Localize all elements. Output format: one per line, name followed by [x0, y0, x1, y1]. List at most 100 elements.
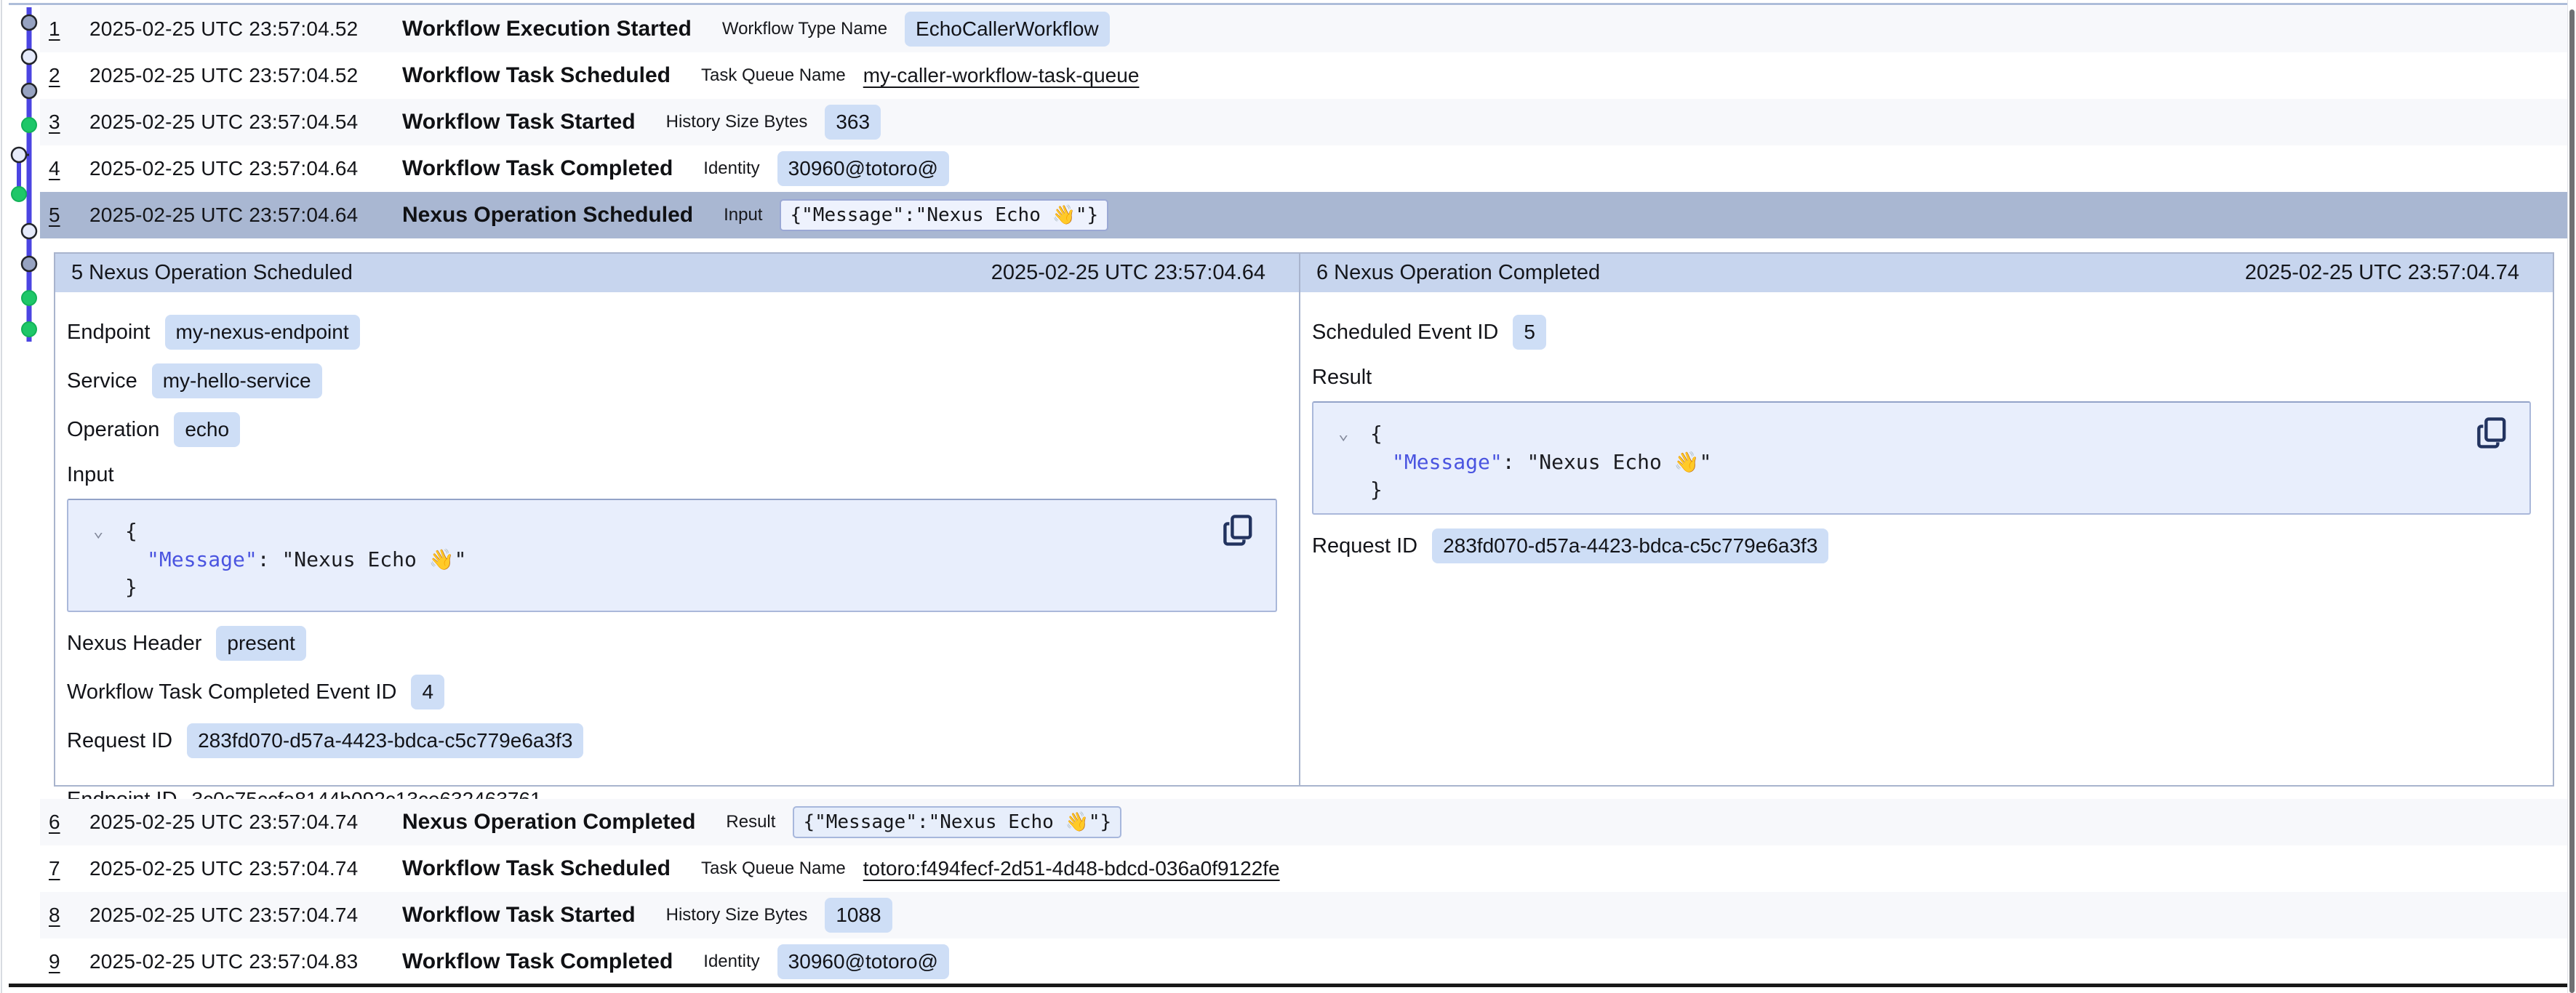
event-name: Nexus Operation Completed [402, 810, 695, 835]
value-badge: present [216, 626, 305, 661]
copy-icon [1223, 515, 1252, 547]
value-link[interactable]: totoro:f494fecf-2d51-4d48-bdcd-036a0f912… [863, 857, 1280, 880]
event-id-link[interactable]: 1 [49, 17, 89, 41]
detail-field-label: Endpoint [67, 321, 151, 345]
copy-button[interactable] [2477, 417, 2506, 451]
event-id-link[interactable]: 2 [49, 64, 89, 87]
event-list-top: 1 2025-02-25 UTC 23:57:04.52 Workflow Ex… [40, 6, 2569, 238]
event-id-link[interactable]: 7 [49, 857, 89, 880]
event-attr-label: History Size Bytes [666, 905, 808, 925]
event-name: Workflow Task Scheduled [402, 856, 671, 881]
timeline-event-dot[interactable] [22, 49, 36, 64]
detail-field-label: Scheduled Event ID [1312, 321, 1498, 345]
event-name: Workflow Task Scheduled [402, 63, 671, 88]
timeline-event-dot[interactable] [22, 118, 36, 132]
event-id-link[interactable]: 4 [49, 157, 89, 180]
event-timestamp: 2025-02-25 UTC 23:57:04.64 [89, 204, 402, 227]
detail-field: Request ID 283fd070-d57a-4423-bdca-c5c77… [67, 723, 1277, 758]
event-attr-label: Task Queue Name [701, 65, 846, 86]
detail-panel-left-body: Endpoint my-nexus-endpoint Service my-he… [55, 292, 1299, 813]
detail-field: Operation echo [67, 412, 1277, 447]
detail-panel-left-header[interactable]: 5 Nexus Operation Scheduled 2025-02-25 U… [55, 254, 1299, 292]
scrollbar-thumb[interactable] [2569, 9, 2575, 993]
value-badge: 30960@totoro@ [777, 151, 949, 186]
value-badge: 30960@totoro@ [777, 944, 949, 979]
detail-panel-title: 6 Nexus Operation Completed [1316, 261, 1600, 285]
event-attr-label: Task Queue Name [701, 859, 846, 879]
copy-icon [2477, 417, 2506, 449]
timeline-event-dot[interactable] [22, 84, 36, 98]
workflow-history-screen: 1 2025-02-25 UTC 23:57:04.52 Workflow Ex… [0, 0, 2576, 993]
event-name: Workflow Task Started [402, 110, 636, 134]
event-id-link[interactable]: 8 [49, 904, 89, 927]
event-row[interactable]: 4 2025-02-25 UTC 23:57:04.64 Workflow Ta… [40, 145, 2569, 192]
copy-button[interactable] [1223, 515, 1252, 549]
json-code-block: ⌄{ "Message": "Nexus Echo 👋" } [1312, 401, 2531, 515]
event-row[interactable]: 5 2025-02-25 UTC 23:57:04.64 Nexus Opera… [40, 192, 2569, 238]
timeline-event-dot[interactable] [22, 224, 36, 238]
event-row[interactable]: 1 2025-02-25 UTC 23:57:04.52 Workflow Ex… [40, 6, 2569, 52]
event-attr-label: Identity [703, 158, 759, 179]
top-border [9, 3, 2569, 5]
event-row[interactable]: 3 2025-02-25 UTC 23:57:04.54 Workflow Ta… [40, 99, 2569, 145]
timeline-event-dot[interactable] [22, 15, 36, 30]
detail-field-label: Nexus Header [67, 632, 201, 656]
detail-field: Input [67, 461, 1277, 489]
detail-field: Service my-hello-service [67, 363, 1277, 398]
detail-panel-timestamp: 2025-02-25 UTC 23:57:04.64 [991, 261, 1265, 285]
event-attr-label: Identity [703, 952, 759, 972]
event-row[interactable]: 9 2025-02-25 UTC 23:57:04.83 Workflow Ta… [40, 938, 2569, 985]
vertical-scrollbar[interactable] [2567, 0, 2576, 993]
value-link[interactable]: my-caller-workflow-task-queue [863, 64, 1140, 87]
value-badge: 4 [411, 675, 444, 709]
event-id-link[interactable]: 6 [49, 811, 89, 834]
event-id-link[interactable]: 3 [49, 110, 89, 134]
event-detail-panel: 5 Nexus Operation Scheduled 2025-02-25 U… [54, 252, 2554, 787]
event-row[interactable]: 8 2025-02-25 UTC 23:57:04.74 Workflow Ta… [40, 892, 2569, 938]
detail-panel-title: 5 Nexus Operation Scheduled [71, 261, 353, 285]
event-timestamp: 2025-02-25 UTC 23:57:04.74 [89, 811, 402, 834]
value-badge: EchoCallerWorkflow [905, 12, 1110, 47]
event-timestamp: 2025-02-25 UTC 23:57:04.83 [89, 950, 402, 973]
event-list-bottom: 6 2025-02-25 UTC 23:57:04.74 Nexus Opera… [40, 799, 2569, 985]
detail-field-label: Service [67, 369, 137, 393]
detail-panel-right-header[interactable]: 6 Nexus Operation Completed 2025-02-25 U… [1300, 254, 2553, 292]
event-timestamp: 2025-02-25 UTC 23:57:04.74 [89, 904, 402, 927]
event-name: Workflow Task Completed [402, 156, 673, 181]
event-attr-label: History Size Bytes [666, 112, 808, 132]
detail-field-label: Workflow Task Completed Event ID [67, 680, 396, 704]
detail-field-label: Request ID [67, 729, 172, 753]
timeline-event-dot[interactable] [22, 291, 36, 305]
event-attr-label: Workflow Type Name [722, 19, 887, 39]
detail-panel-left: 5 Nexus Operation Scheduled 2025-02-25 U… [55, 254, 1300, 785]
json-code-block: ⌄{ "Message": "Nexus Echo 👋" } [67, 499, 1277, 612]
event-row[interactable]: 2 2025-02-25 UTC 23:57:04.52 Workflow Ta… [40, 52, 2569, 99]
detail-field: Scheduled Event ID 5 [1312, 315, 2531, 350]
event-row[interactable]: 6 2025-02-25 UTC 23:57:04.74 Nexus Opera… [40, 799, 2569, 845]
event-row[interactable]: 7 2025-02-25 UTC 23:57:04.74 Workflow Ta… [40, 845, 2569, 892]
event-id-link[interactable]: 5 [49, 204, 89, 227]
event-name: Workflow Task Completed [402, 949, 673, 974]
value-badge: echo [174, 412, 240, 447]
detail-field: Endpoint my-nexus-endpoint [67, 315, 1277, 350]
event-id-link[interactable]: 9 [49, 950, 89, 973]
value-badge: 283fd070-d57a-4423-bdca-c5c779e6a3f3 [1432, 528, 1828, 563]
value-badge: 283fd070-d57a-4423-bdca-c5c779e6a3f3 [187, 723, 583, 758]
detail-panel-right-body: Scheduled Event ID 5 Result ⌄{ "Message"… [1300, 292, 2553, 563]
collapse-chevron-icon[interactable]: ⌄ [93, 517, 116, 544]
value-badge: 5 [1513, 315, 1546, 350]
detail-field-label: Result [1312, 366, 1372, 390]
collapse-chevron-icon[interactable]: ⌄ [1338, 419, 1361, 447]
json-value-chip: {"Message":"Nexus Echo 👋"} [793, 806, 1121, 838]
detail-field-label: Input [67, 463, 114, 487]
event-timestamp: 2025-02-25 UTC 23:57:04.74 [89, 857, 402, 880]
table-bottom-edge [9, 984, 2567, 987]
value-badge: my-hello-service [152, 363, 322, 398]
event-timestamp: 2025-02-25 UTC 23:57:04.54 [89, 110, 402, 134]
event-name: Workflow Execution Started [402, 17, 692, 41]
detail-panel-timestamp: 2025-02-25 UTC 23:57:04.74 [2245, 261, 2519, 285]
timeline-event-dot[interactable] [22, 322, 36, 337]
timeline-event-dot[interactable] [22, 257, 36, 271]
timeline-event-dot[interactable] [12, 187, 26, 201]
timeline-event-dot[interactable] [12, 148, 26, 162]
